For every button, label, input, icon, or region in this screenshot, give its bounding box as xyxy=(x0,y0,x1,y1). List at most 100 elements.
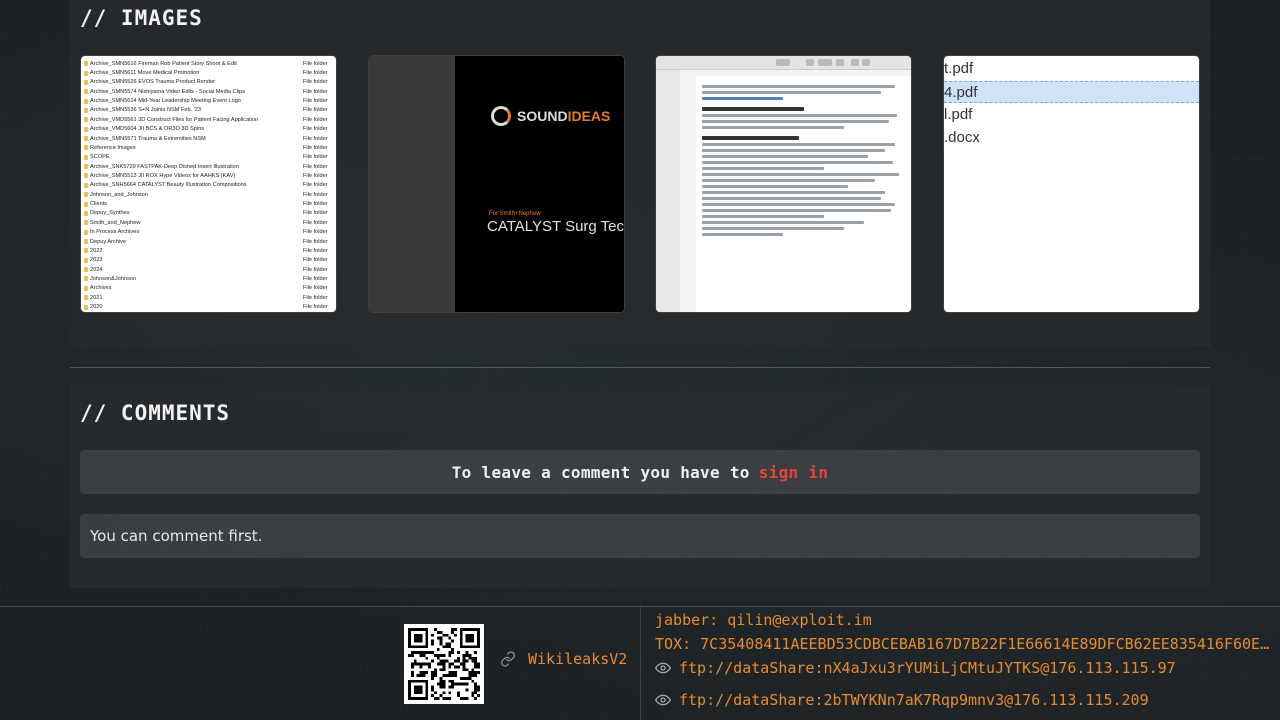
file-type: File folder xyxy=(303,60,328,67)
file-name: Archive_SNH5664 CATALYST Beauty Illustra… xyxy=(90,182,247,189)
file-type: File folder xyxy=(303,191,328,198)
file-name: Johnson&Johnson xyxy=(90,275,137,282)
folder-icon xyxy=(84,220,88,226)
file-row: Depuy_Synthes File folder xyxy=(84,209,333,218)
file-row: Archive_SMN5513 JII ROX Hype Videos for … xyxy=(84,171,333,180)
file-row: Clients File folder xyxy=(84,199,333,208)
file-row: Smith_and_Nephew File folder xyxy=(84,218,333,227)
file-name: Archive_SMN5614 Mid-Year Leadership Meet… xyxy=(90,98,241,105)
file-name: Archive_VMD5561 3D Construct Files for P… xyxy=(90,116,259,123)
file-name: 2020 xyxy=(90,304,103,311)
file-type: File folder xyxy=(303,247,328,254)
file-row: Archive_SMN5526 EVOS Trauma Product Rend… xyxy=(84,78,333,87)
image-gallery: Archive_SMN5616 Fireman Rob Patient Stor… xyxy=(80,55,1200,313)
folder-icon xyxy=(84,89,88,95)
zoom-row: .docx xyxy=(944,129,980,146)
folder-icon xyxy=(84,173,88,179)
eye-icon xyxy=(655,694,671,706)
wikileaks-link[interactable]: WikileaksV2 xyxy=(500,650,627,668)
file-row: Johnson_and_Johnson File folder xyxy=(84,190,333,199)
file-name: SCOPE xyxy=(90,154,110,161)
thumb-subtitle-small: For Smith+Nephew xyxy=(489,211,541,217)
file-type: File folder xyxy=(303,163,328,170)
file-row: SCOPE File folder xyxy=(84,153,333,162)
file-type: File folder xyxy=(303,266,328,273)
file-type: File folder xyxy=(303,238,328,245)
file-row: Archive_SNK5729 FASTPAK-Deep Dished Inse… xyxy=(84,162,333,171)
file-type: File folder xyxy=(303,79,328,86)
file-row: 2024 File folder xyxy=(84,265,333,274)
folder-icon xyxy=(84,117,88,123)
section-divider xyxy=(70,367,1210,368)
folder-icon xyxy=(84,98,88,104)
file-type: File folder xyxy=(303,210,328,217)
file-row: Archive_SMN5574 Nishiyama Video Edits - … xyxy=(84,87,333,96)
file-row: Archive_VMD5604 JII BCS & OR3O 3D Spins F… xyxy=(84,125,333,134)
folder-icon xyxy=(84,61,88,67)
file-type: File folder xyxy=(303,182,328,189)
file-row: Archives File folder xyxy=(84,284,333,293)
file-type: File folder xyxy=(303,201,328,208)
file-row: 2023 File folder xyxy=(84,256,333,265)
folder-icon xyxy=(84,248,88,254)
file-row: Archive_SMN5571 Trauma & Extremities NSM… xyxy=(84,134,333,143)
folder-icon xyxy=(84,107,88,113)
folder-icon xyxy=(84,304,88,310)
folder-icon xyxy=(84,182,88,188)
folder-icon xyxy=(84,70,88,76)
file-name: In Process Archives xyxy=(90,229,140,236)
folder-icon xyxy=(84,229,88,235)
file-type: File folder xyxy=(303,135,328,142)
file-name: Smith_and_Nephew xyxy=(90,219,141,226)
file-name: Archive_SMN5616 Fireman Rob Patient Stor… xyxy=(90,60,237,67)
file-row: Johnson&Johnson File folder xyxy=(84,274,333,283)
sound-ideas-logo: SOUND IDEAS xyxy=(491,106,610,126)
file-row: 2022 File folder xyxy=(84,246,333,255)
link-icon xyxy=(501,651,515,667)
file-type: File folder xyxy=(303,229,328,236)
folder-icon xyxy=(84,136,88,142)
thumb-subtitle-large: CATALYST Surg Tec xyxy=(487,218,624,235)
image-thumbnail-zoomed-files[interactable]: t.pdf 4.pdf l.pdf .docx xyxy=(943,55,1200,313)
file-type: File folder xyxy=(303,126,328,133)
image-thumbnail-sound-ideas[interactable]: SOUND IDEAS For Smith+Nephew CATALYST Sur… xyxy=(368,55,625,313)
file-type: File folder xyxy=(303,275,328,282)
file-type: File folder xyxy=(303,98,328,105)
eye-icon xyxy=(655,662,671,674)
file-type: File folder xyxy=(303,257,328,264)
file-row: Archive_SMN5536 S+N Joints NSM Feb. '23 F… xyxy=(84,106,333,115)
pdf-toolbar xyxy=(656,56,911,70)
file-type: File folder xyxy=(303,88,328,95)
qr-code-icon xyxy=(404,624,484,704)
file-row: 2020 File folder xyxy=(84,302,333,311)
folder-icon xyxy=(84,285,88,291)
file-row: Archive_SMN5611 Move Medical Promotion Fi… xyxy=(84,68,333,77)
file-name: Archive_SMN5571 Trauma & Extremities NSM xyxy=(90,135,206,142)
image-thumbnail-file-list[interactable]: Archive_SMN5616 Fireman Rob Patient Stor… xyxy=(80,55,337,313)
sign-in-link[interactable]: sign in xyxy=(759,463,829,482)
comments-section: // COMMENTS To leave a comment you have … xyxy=(70,385,1210,588)
file-row: Reference Images File folder xyxy=(84,143,333,152)
file-name: 2024 xyxy=(90,266,103,273)
file-name: Clients xyxy=(90,201,108,208)
file-row: Depuy Archive File folder xyxy=(84,237,333,246)
document-page xyxy=(696,76,911,312)
comments-title: // COMMENTS xyxy=(80,401,231,425)
file-name: Archive_SMN5611 Move Medical Promotion xyxy=(90,70,200,77)
file-type: File folder xyxy=(303,154,328,161)
ftp-link-2[interactable]: ftp://dataShare:2bTWYKNn7aK7Rqp9mnv3@176… xyxy=(655,691,1149,709)
folder-icon xyxy=(84,257,88,263)
file-name: 2021 xyxy=(90,294,103,301)
folder-icon xyxy=(84,145,88,151)
file-name: Depuy_Synthes xyxy=(90,210,130,217)
folder-icon xyxy=(84,154,88,160)
ftp-link-1[interactable]: ftp://dataShare:nX4aJxu3rYUMiLjCMtuJYTKS… xyxy=(655,659,1176,677)
zoom-row: l.pdf xyxy=(944,106,973,123)
file-type: File folder xyxy=(303,144,328,151)
image-thumbnail-document[interactable] xyxy=(655,55,912,313)
file-list: Archive_SMN5616 Fireman Rob Patient Stor… xyxy=(84,59,333,312)
file-row: Archive_VMD5561 3D Construct Files for P… xyxy=(84,115,333,124)
file-row: Archive_SMN5614 Mid-Year Leadership Meet… xyxy=(84,96,333,105)
file-name: Archive_SNK5729 FASTPAK-Deep Dished Inse… xyxy=(90,163,239,170)
file-name: Reference Images xyxy=(90,144,136,151)
